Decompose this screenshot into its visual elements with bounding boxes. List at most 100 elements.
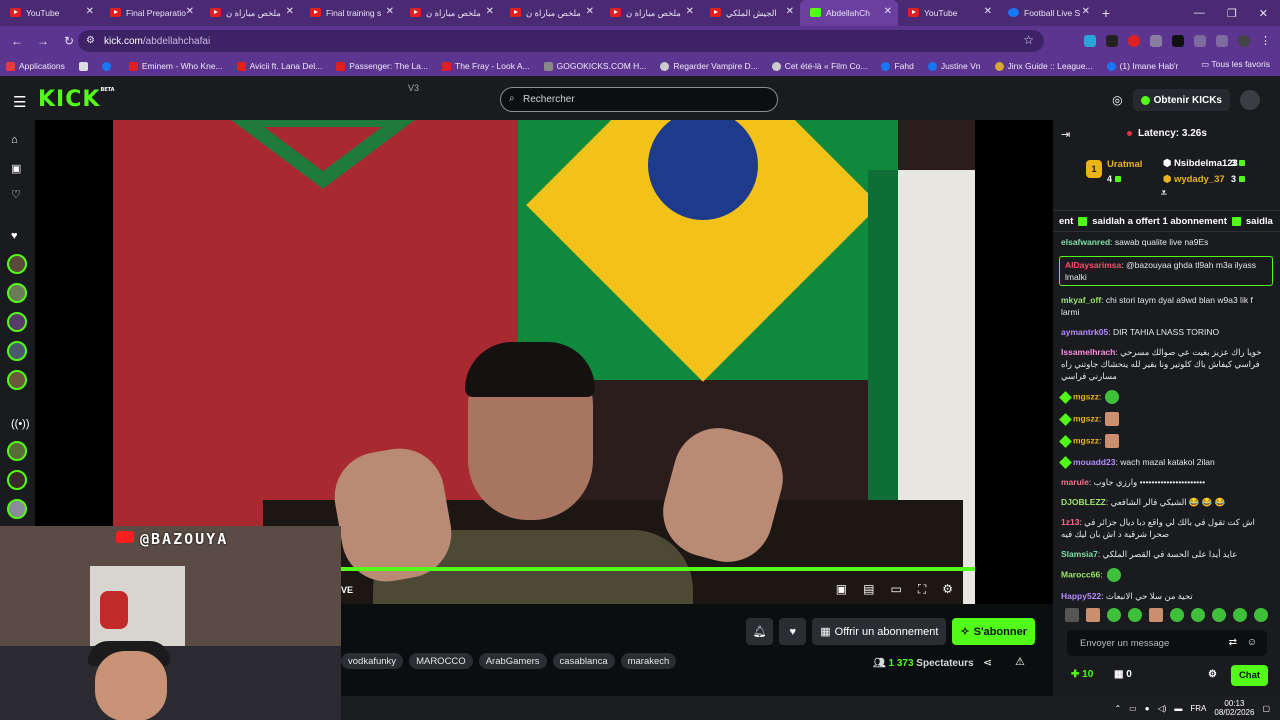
restore-icon[interactable]: ❐ (1227, 7, 1237, 20)
user-avatar[interactable] (1240, 90, 1260, 110)
chevron-up-icon[interactable]: ⌃ (1114, 704, 1121, 713)
close-tab-icon[interactable]: ✕ (686, 6, 694, 17)
close-tab-icon[interactable]: ✕ (884, 6, 892, 17)
gift-count[interactable]: ▦ 0 (1114, 669, 1132, 680)
leaderboard-user[interactable]: ⬢ wydady_37 (1163, 174, 1225, 185)
theater-mode-icon[interactable]: ▭ (890, 582, 901, 597)
leaderboard-user[interactable]: ⬢ Nsibdelma123 (1163, 158, 1238, 169)
close-tab-icon[interactable]: ✕ (386, 6, 394, 17)
chat-username[interactable]: mkyaf_off (1061, 295, 1101, 305)
channel-avatar[interactable] (7, 283, 27, 303)
emote[interactable] (1233, 608, 1247, 622)
back-icon[interactable]: ← (8, 34, 26, 48)
emote[interactable] (1212, 608, 1226, 622)
bookmark-item[interactable]: Jinx Guide :: League... (994, 61, 1093, 71)
chat-username[interactable]: AlDaysarimsa (1065, 260, 1121, 270)
gift-sub-button[interactable]: ▦ Offrir un abonnement (812, 618, 947, 645)
chat-username[interactable]: mgszz (1073, 413, 1099, 423)
bookmark-item[interactable]: Fahd (881, 61, 914, 71)
emote[interactable] (1149, 608, 1163, 622)
media-icon[interactable] (1216, 35, 1228, 47)
emoji-icon[interactable]: ☺ (1247, 637, 1257, 648)
browser-tab[interactable]: YouTube ✕ (0, 0, 100, 26)
emote[interactable] (1254, 608, 1268, 622)
chat-username[interactable]: Marocc66 (1061, 569, 1100, 579)
all-bookmarks[interactable]: ▭ Tous les favoris (1201, 59, 1270, 70)
get-kicks-button[interactable]: Obtenir KICKs (1132, 89, 1230, 111)
bookmark-item[interactable] (101, 61, 115, 71)
browser-tab[interactable]: Final training s ✕ (300, 0, 400, 26)
forward-icon[interactable]: → (34, 34, 52, 48)
browser-tab[interactable]: Final Preparatio ✕ (100, 0, 200, 26)
close-icon[interactable]: ✕ (1259, 7, 1268, 20)
network-icon[interactable]: ▭ (1129, 704, 1137, 713)
extension-icon[interactable] (1106, 35, 1118, 47)
input-language[interactable]: FRA (1190, 704, 1206, 713)
chat-input[interactable]: Envoyer un message ☺ ⇄ (1067, 630, 1267, 656)
chat-username[interactable]: 1z13 (1061, 517, 1079, 527)
chat-username[interactable]: aymantrk05 (1061, 327, 1108, 337)
close-tab-icon[interactable]: ✕ (786, 6, 794, 17)
browser-tab-active[interactable]: AbdellahCh ✕ (800, 0, 898, 26)
emote[interactable] (1065, 608, 1079, 622)
channel-avatar[interactable] (7, 312, 27, 332)
profile-avatar[interactable] (1238, 35, 1250, 47)
tag-chip[interactable]: MAROCCO (409, 653, 473, 669)
minimize-icon[interactable]: — (1194, 7, 1205, 19)
emote[interactable] (1128, 608, 1142, 622)
chat-username[interactable]: mouadd23 (1073, 457, 1116, 467)
chat-username[interactable]: Issamelhrach (1061, 347, 1115, 357)
report-icon[interactable]: ⚠ (1015, 655, 1025, 668)
close-tab-icon[interactable]: ✕ (586, 6, 594, 17)
fullscreen-icon[interactable]: ⛶ (918, 582, 926, 597)
tag-chip[interactable]: ArabGamers (478, 653, 547, 669)
translate-icon[interactable]: ⇄ (1229, 637, 1237, 648)
battery-icon[interactable]: ▬ (1174, 704, 1182, 713)
expand-leaderboard-icon[interactable]: ⩡ (1161, 188, 1167, 199)
notifications-icon[interactable]: ▢ (1262, 704, 1270, 713)
bookmark-item[interactable]: GOGOKICKS.COM H... (543, 61, 646, 71)
menu-icon[interactable]: ☰ (13, 93, 26, 111)
bookmark-item[interactable]: (1) Imane Hab'r (1106, 61, 1178, 71)
emote[interactable] (1086, 608, 1100, 622)
puzzle-icon[interactable] (1194, 35, 1206, 47)
mic-icon[interactable]: ● (1145, 704, 1150, 713)
bookmark-item[interactable]: Passenger: The La... (336, 61, 428, 71)
browser-tab[interactable]: ملخص مباراة ن ✕ (200, 0, 300, 26)
emote[interactable] (1107, 608, 1121, 622)
kick-logo[interactable]: KICKBETA (38, 87, 115, 112)
emote[interactable] (1170, 608, 1184, 622)
tag-chip[interactable]: marakech (620, 653, 677, 669)
close-tab-icon[interactable]: ✕ (86, 6, 94, 17)
bookmark-item[interactable]: Cet été-là « Film Co... (771, 61, 867, 71)
translate-ext-icon[interactable] (1084, 35, 1096, 47)
chat-username[interactable]: Slamsia7 (1061, 549, 1098, 559)
follow-button[interactable]: ♥ (779, 618, 807, 645)
leaderboard-user[interactable]: Uratmal (1107, 159, 1142, 170)
site-info-icon[interactable]: ⚙ (86, 35, 95, 46)
subscribe-button[interactable]: ✧ S'abonner (952, 618, 1035, 645)
channel-avatar[interactable] (7, 441, 27, 461)
close-tab-icon[interactable]: ✕ (186, 6, 194, 17)
bookmark-item[interactable]: Applications (6, 61, 65, 71)
browser-tab[interactable]: الجيش الملكي ✕ (700, 0, 800, 26)
browser-tab[interactable]: YouTube ✕ (898, 0, 998, 26)
bookmark-item[interactable]: Regarder Vampire D... (660, 61, 758, 71)
seek-bar[interactable] (325, 567, 975, 571)
notify-button[interactable]: 🔔︎ (746, 618, 774, 645)
extension-icon[interactable] (1172, 35, 1184, 47)
collapse-chat-icon[interactable]: ⇥ (1061, 128, 1070, 141)
clip-icon[interactable]: ▤ (863, 582, 874, 597)
tag-chip[interactable]: vodkafunky (341, 653, 404, 669)
bookmark-item[interactable]: The Fray - Look A... (442, 61, 530, 71)
chat-settings-icon[interactable]: ⚙ (1208, 669, 1217, 680)
bookmark-item[interactable] (78, 61, 88, 71)
new-tab-button[interactable]: + (1096, 5, 1116, 21)
chat-username[interactable]: Happy522 (1061, 591, 1101, 601)
browser-tab[interactable]: Football Live S ✕ (998, 0, 1096, 26)
following-icon[interactable]: ♡ (11, 188, 21, 201)
channel-avatar[interactable] (7, 370, 27, 390)
reload-icon[interactable]: ↻ (60, 34, 78, 48)
browser-tab[interactable]: ملخص مباراة ن ✕ (600, 0, 700, 26)
clock[interactable]: 00:13 08/02/2026 (1214, 699, 1254, 717)
